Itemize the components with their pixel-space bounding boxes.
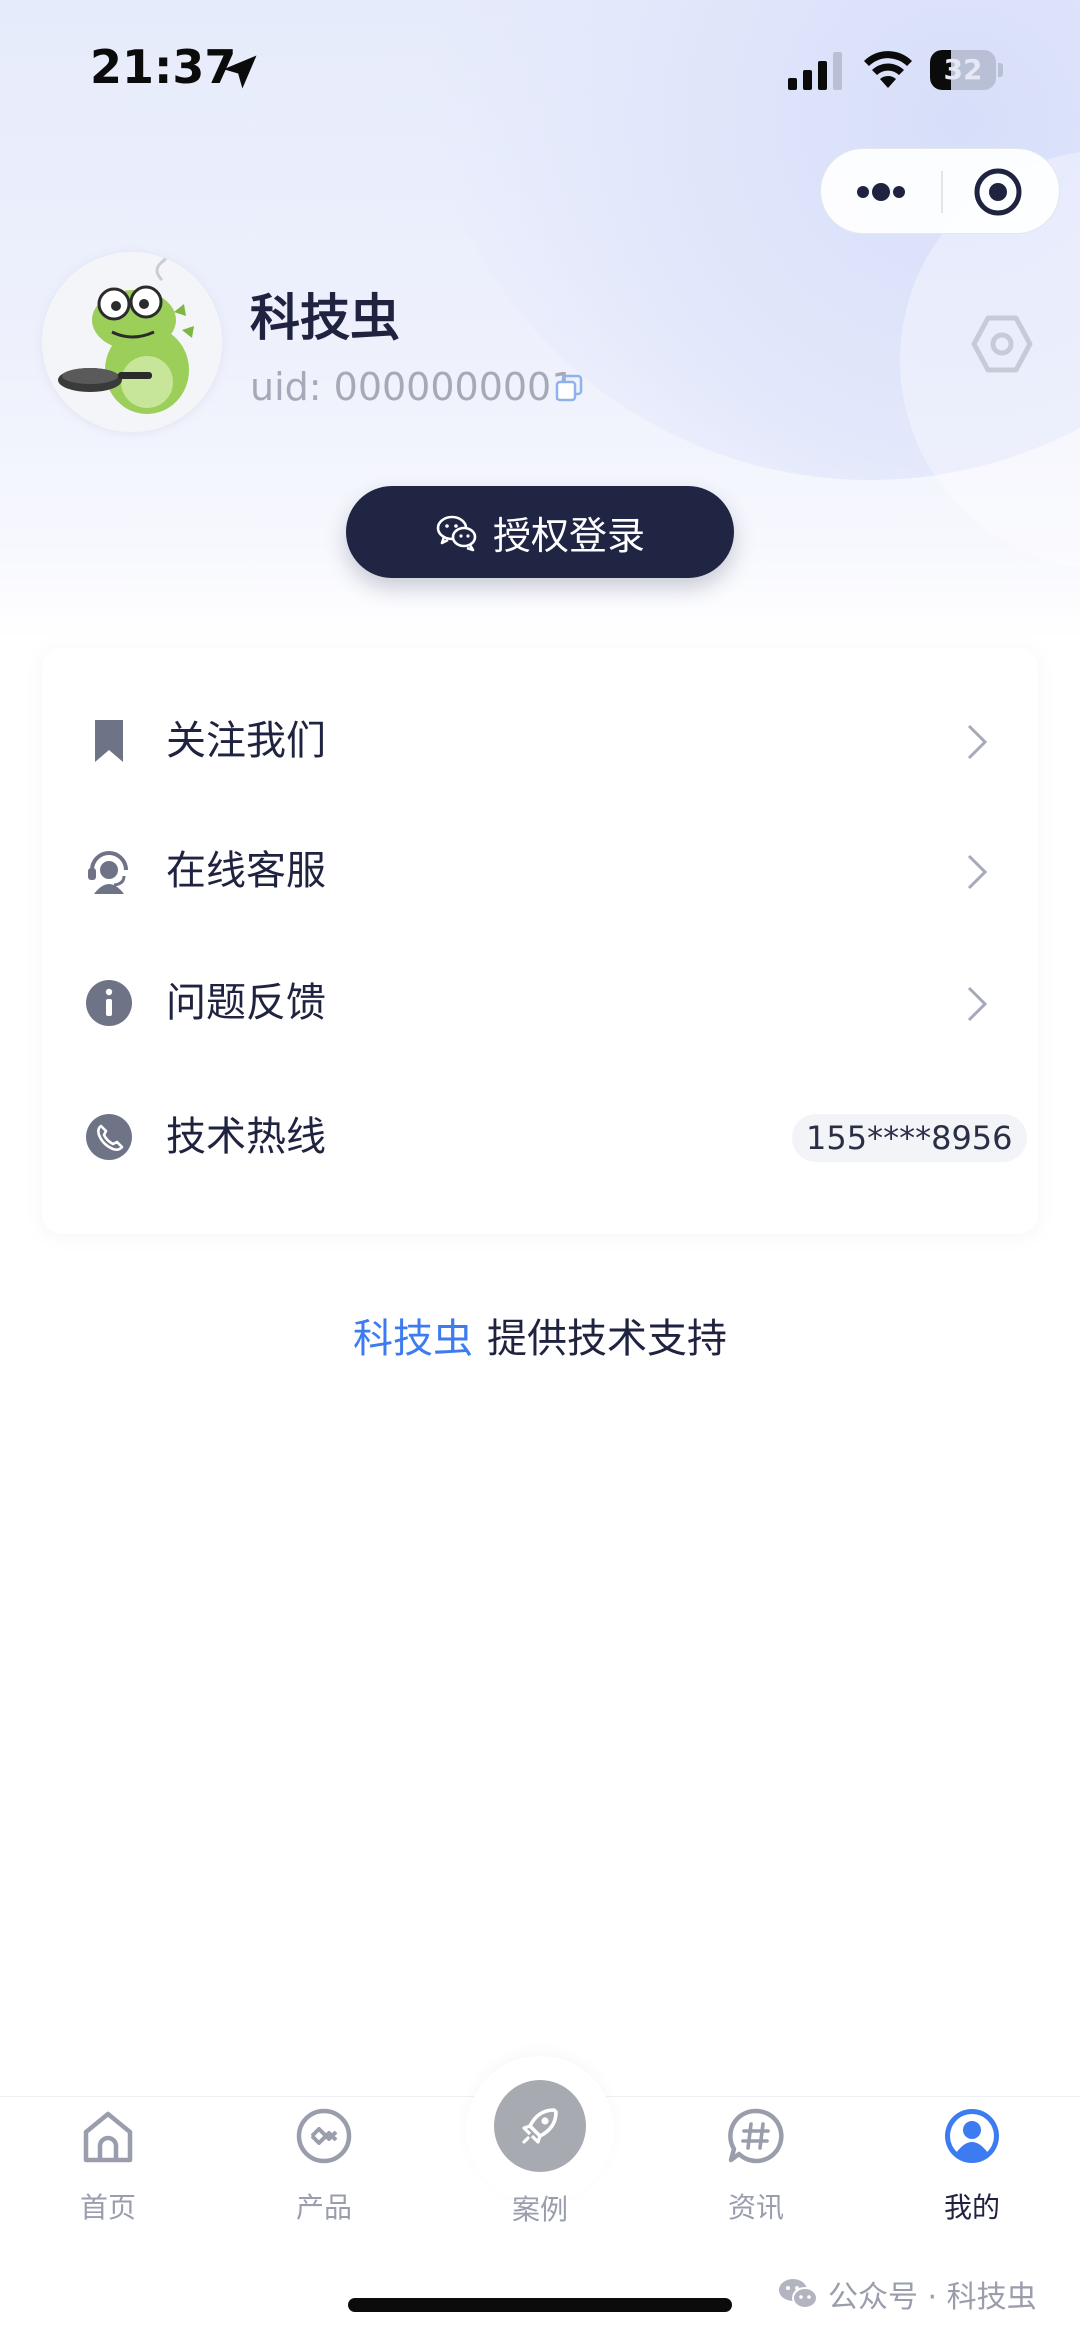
menu-item-feedback[interactable]: 问题反馈 bbox=[42, 948, 1038, 1058]
login-button-label: 授权登录 bbox=[492, 513, 645, 558]
capsule-divider bbox=[941, 171, 943, 213]
phone-icon bbox=[86, 1114, 132, 1160]
menu-item-hotline[interactable]: 技术热线 155****8956 bbox=[42, 1082, 1038, 1192]
uid-text: uid: 0000000001 bbox=[250, 365, 576, 409]
hotline-number[interactable]: 155****8956 bbox=[792, 1114, 1027, 1162]
footer-brand-link[interactable]: 科技虫 bbox=[353, 1316, 473, 1362]
tab-mine[interactable]: 我的 bbox=[892, 2106, 1052, 2226]
menu-item-online-service[interactable]: 在线客服 bbox=[42, 816, 1038, 926]
tab-label: 首页 bbox=[79, 2191, 136, 2224]
bookmark-icon bbox=[95, 720, 123, 762]
watermark-text: 公众号 · 科技虫 bbox=[828, 2280, 1037, 2315]
tab-products[interactable]: 产品 bbox=[244, 2106, 404, 2226]
tech-support-note: 科技虫 提供技术支持 bbox=[0, 1306, 1080, 1364]
close-target-icon[interactable] bbox=[971, 165, 1025, 219]
battery-level: 32 bbox=[943, 53, 983, 86]
status-bar: 21:37 32 bbox=[0, 0, 1080, 130]
avatar[interactable] bbox=[42, 252, 222, 432]
menu-item-label: 技术热线 bbox=[166, 1114, 326, 1160]
menu-item-label: 问题反馈 bbox=[166, 980, 326, 1026]
info-icon bbox=[86, 980, 132, 1026]
tab-home[interactable]: 首页 bbox=[28, 2106, 188, 2226]
tab-label: 我的 bbox=[943, 2191, 1000, 2224]
home-indicator bbox=[348, 2298, 732, 2312]
home-icon bbox=[83, 2111, 133, 2163]
headset-icon bbox=[88, 851, 128, 894]
menu-item-label: 在线客服 bbox=[166, 848, 326, 894]
wechat-icon bbox=[779, 2279, 818, 2309]
menu-item-follow-us[interactable]: 关注我们 bbox=[42, 686, 1038, 796]
watermark: 公众号 · 科技虫 bbox=[778, 2272, 1037, 2316]
wechat-icon bbox=[436, 515, 477, 552]
product-icon bbox=[296, 2108, 352, 2164]
settings-hexagon-icon[interactable] bbox=[970, 312, 1034, 376]
user-name: 科技虫 bbox=[250, 289, 400, 347]
tab-label: 案例 bbox=[511, 2193, 568, 2226]
rocket-icon bbox=[522, 2108, 558, 2144]
menu-card: 关注我们 在线客服 问题反馈 技术热线 155****8956 bbox=[42, 648, 1038, 1234]
battery-icon: 32 bbox=[930, 50, 1003, 90]
chevron-right-icon bbox=[967, 854, 988, 890]
status-time: 21:37 bbox=[90, 40, 237, 94]
authorize-login-button[interactable]: 授权登录 bbox=[346, 486, 734, 578]
user-icon bbox=[945, 2109, 999, 2163]
footer-text: 提供技术支持 bbox=[487, 1316, 727, 1362]
chevron-right-icon bbox=[967, 724, 988, 760]
tab-cases[interactable] bbox=[494, 2080, 586, 2172]
location-arrow-icon bbox=[223, 55, 257, 89]
wifi-icon bbox=[864, 51, 912, 88]
copy-icon[interactable] bbox=[555, 374, 583, 402]
chevron-right-icon bbox=[967, 986, 988, 1022]
menu-item-label: 关注我们 bbox=[166, 718, 326, 764]
tab-label: 资讯 bbox=[727, 2191, 784, 2224]
more-dots-icon[interactable] bbox=[851, 167, 911, 217]
tab-label: 产品 bbox=[295, 2191, 352, 2224]
signal-icon bbox=[788, 52, 842, 90]
crocodile-chef-avatar bbox=[42, 252, 222, 432]
uid-row: uid: 0000000001 bbox=[250, 362, 583, 412]
miniprogram-capsule bbox=[820, 148, 1060, 234]
tab-news[interactable]: 资讯 bbox=[676, 2106, 836, 2226]
hashtag-chat-icon bbox=[728, 2108, 784, 2164]
